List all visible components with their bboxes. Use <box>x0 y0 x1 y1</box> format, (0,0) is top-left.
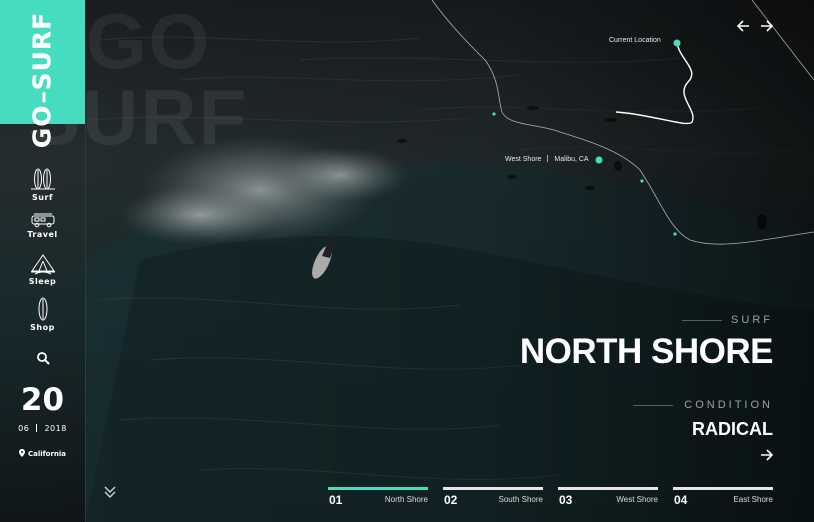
condition-label: CONDITION <box>684 399 773 411</box>
hero-next-arrow-icon[interactable] <box>760 449 773 461</box>
current-route-path <box>615 42 694 125</box>
nav-label-travel: Travel <box>27 230 58 239</box>
hero-eyebrow: SURF <box>731 314 773 326</box>
date-year: 2018 <box>44 424 67 433</box>
eyebrow-divider <box>682 320 722 321</box>
brand-wordmark: GO SURF <box>28 12 57 148</box>
tab-label: East Shore <box>733 495 773 504</box>
west-shore-label: West Shore Malibu, CA <box>505 155 589 163</box>
double-chevron-down-icon[interactable] <box>102 484 118 500</box>
tab-number: 01 <box>329 493 343 507</box>
tab-number: 02 <box>444 493 458 507</box>
nav-item-surf[interactable]: Surf <box>0 167 85 202</box>
west-shore-name: West Shore <box>505 156 542 163</box>
tent-icon <box>30 254 55 275</box>
page: GO SURF Current Location West Shore Mali… <box>0 0 814 522</box>
date-day: 20 <box>20 382 65 418</box>
map-pin-icon <box>18 449 25 457</box>
west-shore-place: Malibu, CA <box>554 156 589 163</box>
map-dot <box>673 232 677 236</box>
map-route-overlay <box>431 0 814 245</box>
arrow-right-icon[interactable] <box>760 20 773 32</box>
west-shore-dot[interactable] <box>595 156 603 164</box>
condition-divider <box>633 405 673 406</box>
tab-south-shore[interactable]: 02 South Shore <box>443 487 543 512</box>
tab-east-shore[interactable]: 04 East Shore <box>673 487 773 512</box>
van-icon <box>31 213 54 228</box>
search-icon[interactable] <box>36 351 50 365</box>
sidebar: GO SURF Surf Travel Sleep Shop 20 06 2018… <box>0 0 86 522</box>
nav-item-travel[interactable]: Travel <box>0 212 85 239</box>
current-location-label: Current Location <box>609 37 661 44</box>
location: California <box>0 449 85 458</box>
surfboard-icon <box>38 297 47 321</box>
tab-label: South Shore <box>498 495 543 504</box>
label-divider <box>547 155 549 162</box>
brand-word-go: GO <box>27 104 57 149</box>
tab-number: 03 <box>559 493 573 507</box>
brand-separator <box>42 92 45 103</box>
current-location-dot[interactable] <box>673 39 681 47</box>
nav-item-sleep[interactable]: Sleep <box>0 251 85 286</box>
tab-label: North Shore <box>384 495 428 504</box>
surfboards-icon <box>30 168 55 190</box>
tab-west-shore[interactable]: 03 West Shore <box>558 487 658 512</box>
tab-label: West Shore <box>616 495 658 504</box>
brand-word-surf: SURF <box>27 11 57 91</box>
map-dot <box>640 179 644 183</box>
tab-number: 04 <box>674 493 688 507</box>
date-divider <box>36 424 38 432</box>
nav-item-shop[interactable]: Shop <box>0 297 85 332</box>
brand-logo[interactable]: GO SURF <box>0 0 85 148</box>
nav-label-surf: Surf <box>32 193 53 202</box>
condition-value: RADICAL <box>692 419 773 439</box>
location-label: California <box>27 450 67 458</box>
date-month-year: 06 2018 <box>0 424 85 433</box>
map-dot <box>492 112 496 116</box>
route-path-top <box>751 0 814 81</box>
date-month: 06 <box>18 424 30 433</box>
nav-label-sleep: Sleep <box>28 277 57 286</box>
tab-north-shore[interactable]: 01 North Shore <box>328 487 428 512</box>
hero-title: NORTH SHORE <box>519 332 774 371</box>
arrow-left-icon[interactable] <box>737 20 750 32</box>
nav-label-shop: Shop <box>30 323 55 332</box>
